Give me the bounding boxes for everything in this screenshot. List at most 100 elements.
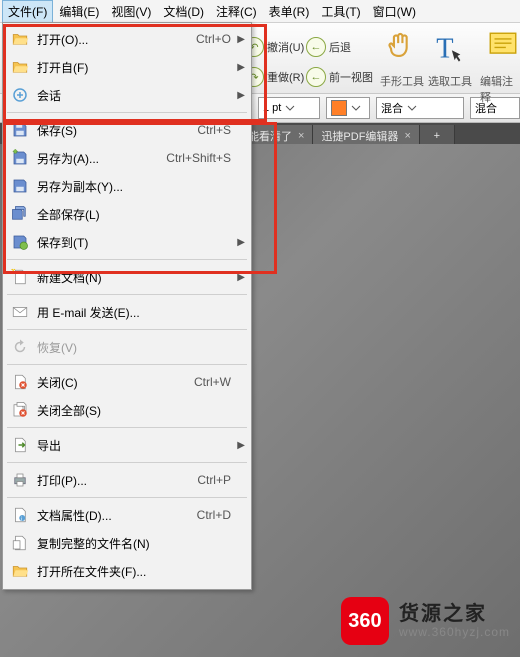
menu-edit[interactable]: 编辑(E): [53, 0, 105, 23]
menu-item-session[interactable]: 会话 ▶: [3, 81, 251, 109]
menu-item-open-folder[interactable]: 打开所在文件夹(F)...: [3, 557, 251, 585]
menu-item-label: 会话: [37, 87, 245, 104]
menu-item-save-as[interactable]: 另存为(A)... Ctrl+Shift+S: [3, 144, 251, 172]
menu-separator: [7, 427, 247, 428]
watermark-title: 货源之家: [399, 603, 510, 626]
file-menu: 打开(O)... Ctrl+O ▶ 打开自(F) ▶ 会话 ▶ 保存(S) Ct…: [2, 22, 252, 590]
back-button[interactable]: ← 后退: [306, 37, 351, 57]
folder-open-icon: [9, 28, 31, 50]
menubar: 文件(F) 编辑(E) 视图(V) 文档(D) 注释(C) 表单(R) 工具(T…: [0, 0, 520, 23]
menu-separator: [7, 259, 247, 260]
revert-icon: [9, 336, 31, 358]
close-doc-icon: [9, 371, 31, 393]
menu-item-open-from[interactable]: 打开自(F) ▶: [3, 53, 251, 81]
menu-separator: [7, 294, 247, 295]
menu-item-label: 文档属性(D)...: [37, 507, 197, 524]
hand-tool-label: 手形工具: [380, 73, 424, 89]
properties-icon: i: [9, 504, 31, 526]
select-tool-button[interactable]: T: [432, 29, 466, 66]
edit-annotation-button[interactable]: [486, 29, 520, 66]
undo-button[interactable]: ↶ 撤消(U): [244, 37, 304, 57]
menu-item-email[interactable]: 用 E-mail 发送(E)...: [3, 298, 251, 326]
menu-file[interactable]: 文件(F): [2, 0, 53, 23]
stroke-width-combo[interactable]: 1 pt: [258, 97, 320, 119]
plus-icon: +: [434, 130, 440, 142]
menu-item-close-all[interactable]: 关闭全部(S): [3, 396, 251, 424]
menu-item-label: 复制完整的文件名(N): [37, 535, 245, 552]
close-icon[interactable]: ×: [298, 130, 304, 142]
menu-item-copy-filename[interactable]: 复制完整的文件名(N): [3, 529, 251, 557]
menu-form[interactable]: 表单(R): [263, 0, 316, 23]
stroke-width-value: 1 pt: [263, 102, 281, 114]
menu-document[interactable]: 文档(D): [157, 0, 210, 23]
menu-item-save-copy[interactable]: 另存为副本(Y)...: [3, 172, 251, 200]
tab-label: 迅捷PDF编辑器: [321, 128, 398, 144]
session-icon: [9, 84, 31, 106]
submenu-arrow-icon: ▶: [237, 90, 245, 101]
prev-view-icon: ←: [306, 67, 326, 87]
folder-open-icon: [9, 560, 31, 582]
menu-separator: [7, 329, 247, 330]
menu-item-shortcut: Ctrl+Shift+S: [166, 151, 231, 165]
menu-item-shortcut: Ctrl+D: [197, 508, 231, 522]
menu-item-label: 用 E-mail 发送(E)...: [37, 304, 245, 321]
menu-item-label: 全部保存(L): [37, 206, 245, 223]
save-to-icon: [9, 231, 31, 253]
submenu-arrow-icon: ▶: [237, 237, 245, 248]
menu-item-label: 关闭全部(S): [37, 402, 245, 419]
menu-item-label: 打开所在文件夹(F)...: [37, 563, 245, 580]
menu-item-save-all[interactable]: 全部保存(L): [3, 200, 251, 228]
redo-button[interactable]: ↷ 重做(R): [244, 67, 304, 87]
menu-item-label: 保存到(T): [37, 234, 245, 251]
menu-item-new-doc[interactable]: 新建文档(N) ▶: [3, 263, 251, 291]
submenu-arrow-icon: ▶: [237, 272, 245, 283]
tab-label: 能看清了: [248, 128, 292, 144]
menu-item-label: 恢复(V): [37, 339, 245, 356]
menu-item-label: 关闭(C): [37, 374, 194, 391]
menu-item-open[interactable]: 打开(O)... Ctrl+O ▶: [3, 25, 251, 53]
print-icon: [9, 469, 31, 491]
chevron-down-icon: [285, 103, 295, 113]
watermark-badge: 360: [341, 597, 389, 645]
menu-item-shortcut: Ctrl+S: [197, 123, 231, 137]
menu-item-shortcut: Ctrl+O: [196, 32, 231, 46]
close-all-icon: [9, 399, 31, 421]
hand-tool-button[interactable]: [384, 29, 418, 66]
color-combo[interactable]: [326, 97, 370, 119]
close-icon[interactable]: ×: [404, 130, 410, 142]
menu-item-label: 新建文档(N): [37, 269, 245, 286]
menu-item-label: 打开自(F): [37, 59, 245, 76]
menu-separator: [7, 462, 247, 463]
svg-text:T: T: [436, 33, 453, 63]
menu-view[interactable]: 视图(V): [105, 0, 157, 23]
menu-item-print[interactable]: 打印(P)... Ctrl+P: [3, 466, 251, 494]
prev-view-button[interactable]: ← 前一视图: [306, 67, 373, 87]
menu-item-save-to[interactable]: 保存到(T) ▶: [3, 228, 251, 256]
menu-item-label: 导出: [37, 437, 245, 454]
blend-mode-combo-1[interactable]: 混合: [376, 97, 464, 119]
watermark-url: www.360hyzj.com: [399, 626, 510, 640]
menu-item-shortcut: Ctrl+W: [194, 375, 231, 389]
undo-label: 撤消(U): [267, 39, 304, 55]
hand-icon: [384, 29, 418, 63]
menu-item-label: 保存(S): [37, 122, 197, 139]
menu-item-close[interactable]: 关闭(C) Ctrl+W: [3, 368, 251, 396]
menu-separator: [7, 112, 247, 113]
copy-name-icon: [9, 532, 31, 554]
menu-item-export[interactable]: 导出 ▶: [3, 431, 251, 459]
menu-tools[interactable]: 工具(T): [315, 0, 366, 23]
menu-window[interactable]: 窗口(W): [367, 0, 422, 23]
save-all-icon: [9, 203, 31, 225]
new-doc-icon: [9, 266, 31, 288]
save-icon: [9, 119, 31, 141]
back-icon: ←: [306, 37, 326, 57]
export-icon: [9, 434, 31, 456]
menu-comment[interactable]: 注释(C): [210, 0, 263, 23]
menu-item-properties[interactable]: i 文档属性(D)... Ctrl+D: [3, 501, 251, 529]
menu-item-save[interactable]: 保存(S) Ctrl+S: [3, 116, 251, 144]
svg-text:i: i: [21, 516, 22, 522]
save-as-icon: [9, 147, 31, 169]
select-tool-label: 选取工具: [428, 73, 472, 89]
submenu-arrow-icon: ▶: [237, 34, 245, 45]
back-label: 后退: [329, 39, 351, 55]
